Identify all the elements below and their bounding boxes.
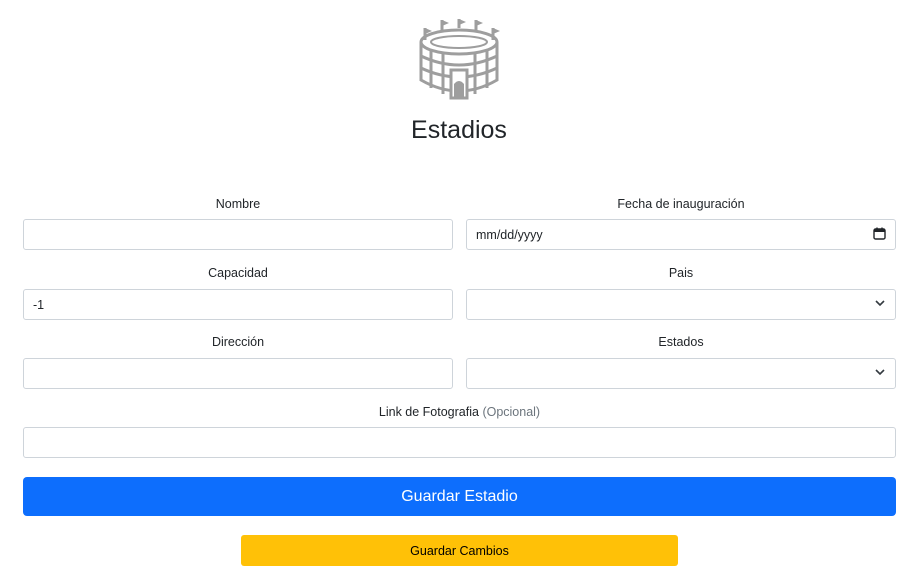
- stadium-icon: [417, 18, 501, 100]
- direccion-input[interactable]: [23, 358, 453, 389]
- page-title: Estadios: [411, 116, 507, 144]
- nombre-input[interactable]: [23, 219, 453, 250]
- nombre-label: Nombre: [215, 197, 261, 211]
- save-changes-button[interactable]: Guardar Cambios: [241, 535, 678, 566]
- calendar-icon[interactable]: [873, 227, 886, 243]
- estados-label: Estados: [658, 335, 704, 349]
- pais-label: Pais: [668, 266, 694, 280]
- direccion-label: Dirección: [211, 335, 265, 349]
- fecha-value: mm/dd/yyyy: [476, 227, 543, 242]
- foto-link-input[interactable]: [23, 427, 896, 458]
- fecha-date-input[interactable]: mm/dd/yyyy: [466, 219, 896, 250]
- fecha-label: Fecha de inauguración: [617, 197, 745, 211]
- estados-select[interactable]: [466, 358, 896, 389]
- save-stadium-button[interactable]: Guardar Estadio: [23, 477, 896, 516]
- capacidad-label: Capacidad: [208, 266, 268, 280]
- foto-label-hint: (Opcional): [482, 405, 541, 419]
- pais-select[interactable]: [466, 289, 896, 320]
- capacidad-input[interactable]: -1: [23, 289, 453, 320]
- foto-label-text: Link de Fotografia: [378, 405, 479, 419]
- chevron-down-icon: [874, 366, 886, 381]
- chevron-down-icon: [874, 297, 886, 312]
- foto-label: Link de Fotografia (Opcional): [23, 405, 896, 419]
- capacidad-value: -1: [33, 297, 45, 312]
